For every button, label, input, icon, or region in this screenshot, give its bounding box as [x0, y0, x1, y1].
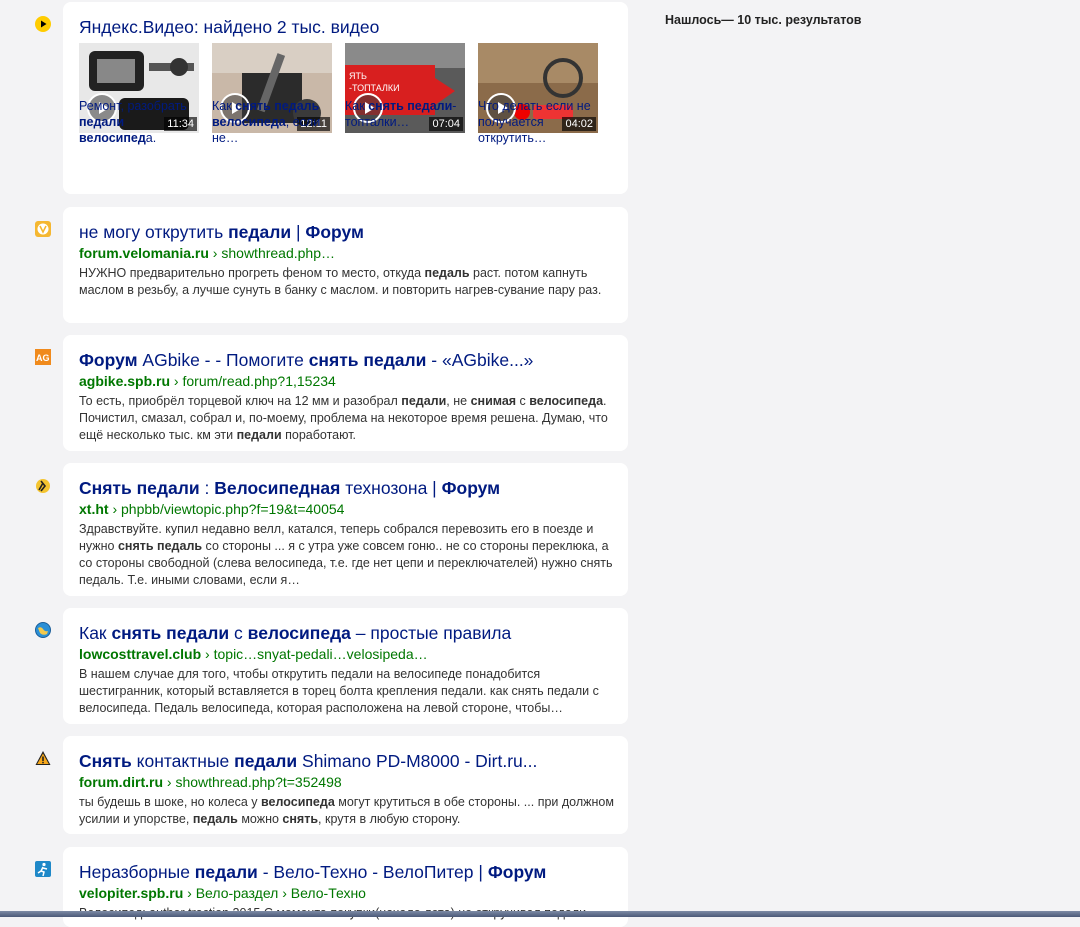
result-snippet: Здравствуйте. купил недавно велл, каталс… [79, 522, 613, 587]
result-title[interactable]: Неразборные педали - Вело-Техно - ВелоПи… [79, 861, 618, 883]
result-card-1: не могу открутить педали | Форум forum.v… [63, 207, 628, 323]
result-host[interactable]: forum.velomania.ru [79, 245, 209, 261]
svg-text:ЯТЬ: ЯТЬ [349, 71, 367, 81]
result-title[interactable]: Снять педали : Велосипедная технозона | … [79, 477, 618, 499]
result-snippet: НУЖНО предварительно прогреть феном то м… [79, 266, 602, 297]
result-card-3: Снять педали : Велосипедная технозона | … [63, 463, 628, 596]
video-caption-3[interactable]: Как снять педали-топталки… [345, 98, 467, 130]
result-host[interactable]: lowcosttravel.club [79, 646, 201, 662]
result-title[interactable]: не могу открутить педали | Форум [79, 221, 618, 243]
result-card-4: Как снять педали с велосипеда – простые … [63, 608, 628, 724]
result-snippet: ты будешь в шоке, но колеса у велосипеда… [79, 795, 614, 826]
result-title[interactable]: Как снять педали с велосипеда – простые … [79, 622, 618, 644]
xt-favicon-icon [35, 478, 51, 494]
result-path[interactable]: Вело-раздел › Вело-Техно [196, 885, 366, 901]
result-url[interactable]: xt.ht › phpbb/viewtopic.php?f=19&t=40054 [79, 501, 618, 518]
result-snippet: В нашем случае для того, чтобы открутить… [79, 667, 599, 715]
window-bottom-bar [0, 911, 1080, 917]
velopiter-favicon-icon [35, 861, 51, 877]
result-url[interactable]: forum.velomania.ru › showthread.php… [79, 245, 618, 262]
video-caption-2[interactable]: Как снять педаль велосипеда, если не… [212, 98, 334, 146]
video-play-icon [35, 16, 51, 32]
agbike-favicon-icon: AG [35, 349, 51, 365]
warning-favicon-icon [35, 750, 51, 766]
result-path[interactable]: topic…snyat-pedali…velosipeda… [214, 646, 428, 662]
result-path[interactable]: phpbb/viewtopic.php?f=19&t=40054 [121, 501, 344, 517]
result-title[interactable]: Форум AGbike - - Помогите снять педали -… [79, 349, 618, 371]
svg-text:-ТОПТАЛКИ: -ТОПТАЛКИ [349, 83, 400, 93]
result-url[interactable]: velopiter.spb.ru › Вело-раздел › Вело-Те… [79, 885, 618, 902]
result-url[interactable]: agbike.spb.ru › forum/read.php?1,15234 [79, 373, 618, 390]
result-url[interactable]: lowcosttravel.club › topic…snyat-pedali…… [79, 646, 618, 663]
result-host[interactable]: agbike.spb.ru [79, 373, 170, 389]
video-card: Яндекс.Видео: найдено 2 тыс. видео 11:34 [63, 2, 628, 194]
video-caption-1[interactable]: Ремонт, разобрать педали велосипеда. [79, 98, 201, 146]
svg-text:AG: AG [36, 353, 50, 363]
globe-favicon-icon [35, 622, 51, 638]
result-card-5: Снять контактные педали Shimano PD-M8000… [63, 736, 628, 834]
result-host[interactable]: xt.ht [79, 501, 109, 517]
result-path[interactable]: forum/read.php?1,15234 [182, 373, 335, 389]
result-host[interactable]: velopiter.spb.ru [79, 885, 183, 901]
video-title[interactable]: Яндекс.Видео: найдено 2 тыс. видео [79, 16, 379, 38]
result-title[interactable]: Снять контактные педали Shimano PD-M8000… [79, 750, 618, 772]
result-host[interactable]: forum.dirt.ru [79, 774, 163, 790]
result-path[interactable]: showthread.php… [221, 245, 335, 261]
result-card-2: Форум AGbike - - Помогите снять педали -… [63, 335, 628, 451]
video-caption-4[interactable]: Что делать если не получается открутить… [478, 98, 596, 146]
results-count: Нашлось— 10 тыс. результатов [665, 13, 862, 27]
result-path[interactable]: showthread.php?t=352498 [175, 774, 341, 790]
result-url[interactable]: forum.dirt.ru › showthread.php?t=352498 [79, 774, 618, 791]
velomania-favicon-icon [35, 221, 51, 237]
result-snippet: То есть, приобрёл торцевой ключ на 12 мм… [79, 394, 608, 442]
